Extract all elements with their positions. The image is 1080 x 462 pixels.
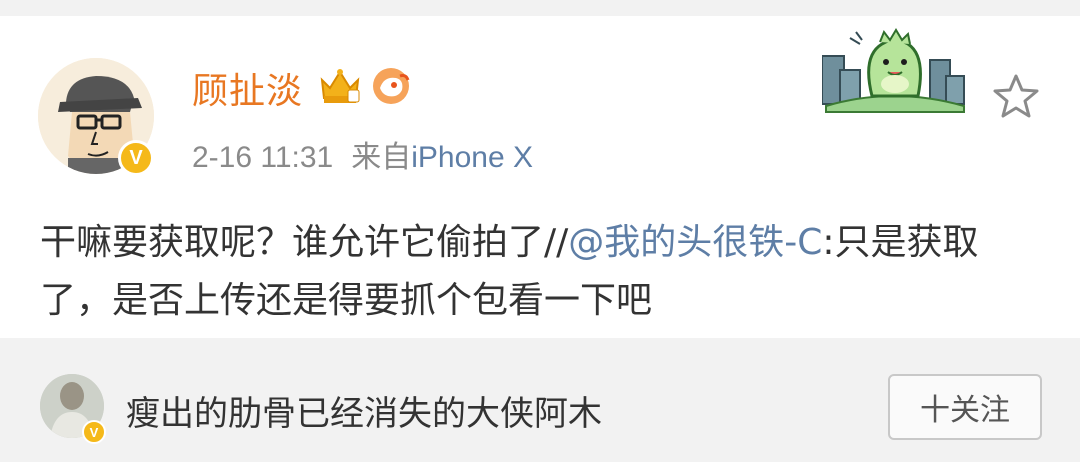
source-label: 来自 <box>351 141 412 174</box>
dinosaur-sticker <box>822 28 965 113</box>
content-text: 干嘛要获取呢？谁允许它偷拍了 <box>40 222 545 263</box>
suggested-verified-badge-icon: V <box>82 420 106 444</box>
mention-link[interactable]: @我的头很铁-C <box>568 222 822 263</box>
post-content: 干嘛要获取呢？谁允许它偷拍了//@我的头很铁-C:只是获取了，是否上传还是得要抓… <box>40 214 1050 330</box>
verified-badge-icon: V <box>118 140 154 176</box>
username[interactable]: 顾扯淡 <box>192 62 303 114</box>
post-time: 2-16 11:31 <box>192 141 334 174</box>
top-separator <box>0 0 1080 16</box>
crown-icon <box>320 69 360 103</box>
follow-button[interactable]: 十关注 <box>888 374 1042 440</box>
source-device[interactable]: iPhone X <box>411 141 533 174</box>
repost-separator: // <box>544 222 569 263</box>
star-icon[interactable] <box>990 72 1042 122</box>
weibo-bird-icon <box>373 68 410 104</box>
suggested-user-name[interactable]: 瘦出的肋骨已经消失的大侠阿木 <box>126 386 602 435</box>
post-meta: 2-16 11:31 来自iPhone X <box>192 132 533 176</box>
